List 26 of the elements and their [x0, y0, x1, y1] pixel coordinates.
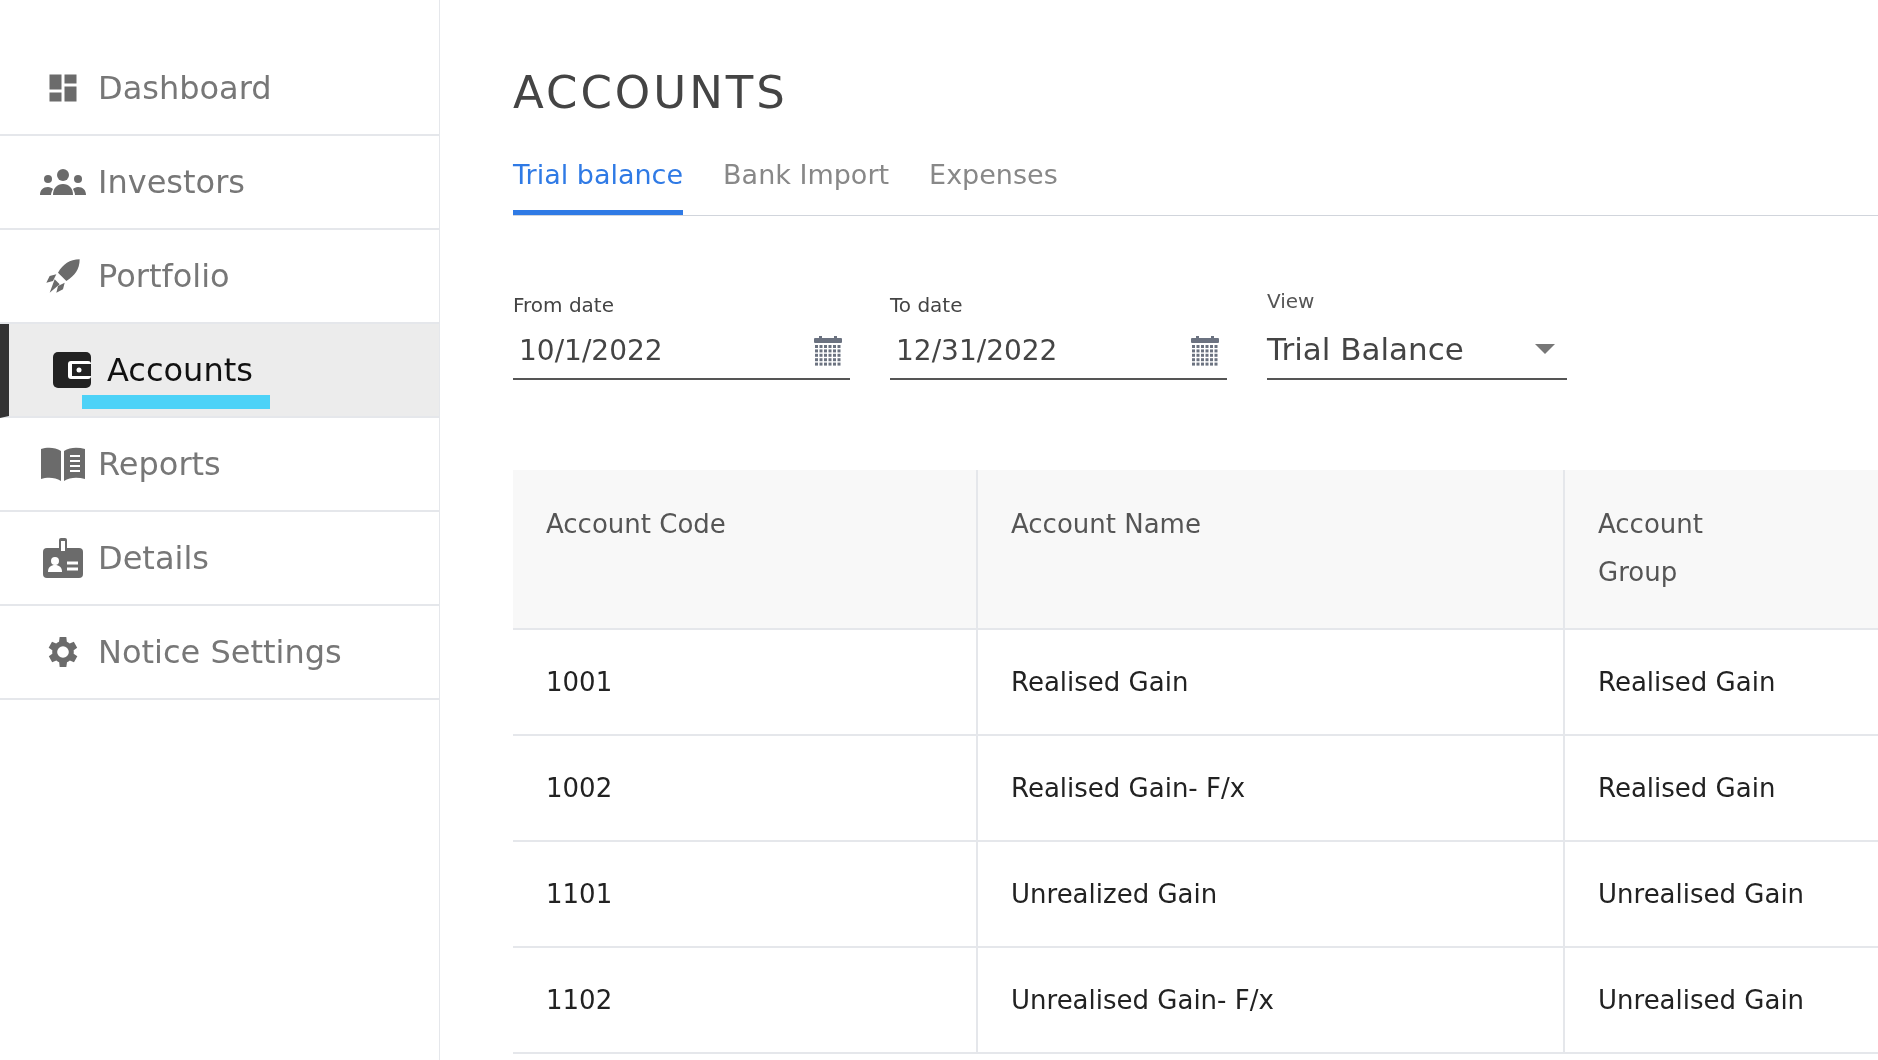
table-cell-text: 1101 [546, 877, 613, 911]
table-cell-text: Unrealised Gain [1598, 877, 1805, 911]
table-cell-text: Realised Gain [1598, 665, 1776, 699]
table-cell-text: Unrealised Gain [1598, 983, 1805, 1017]
column-header: Account Group [1598, 508, 1704, 589]
table-cell-text: Realised Gain [1011, 665, 1189, 699]
tab[interactable]: Trial balance [513, 155, 684, 215]
column-header: Account Name [1011, 508, 1201, 541]
table-cell-text: 1002 [546, 771, 613, 805]
table-cell-text: Unrealised Gain- F/x [1011, 983, 1274, 1017]
field-label: View [1267, 287, 1315, 315]
tab[interactable]: Expenses [929, 155, 1058, 215]
sidebar-item[interactable]: Accounts [0, 324, 439, 418]
date-field[interactable]: 10/1/2022 [513, 330, 850, 380]
view-dropdown[interactable]: Trial Balance [1267, 325, 1567, 380]
field-label: From date [513, 292, 614, 319]
column-header: Account Code [546, 508, 726, 541]
table-cell-text: Realised Gain- F/x [1011, 771, 1246, 805]
date-field[interactable]: 12/31/2022 [890, 330, 1227, 380]
field-label: To date [890, 292, 963, 319]
table-cell-text: Realised Gain [1598, 771, 1776, 805]
table-cell-text: 1102 [546, 983, 613, 1017]
table-cell-text: 1001 [546, 665, 613, 699]
page-title: ACCOUNTS [513, 70, 788, 115]
tab[interactable]: Bank Import [723, 155, 890, 215]
table-cell-text: Unrealized Gain [1011, 877, 1218, 911]
